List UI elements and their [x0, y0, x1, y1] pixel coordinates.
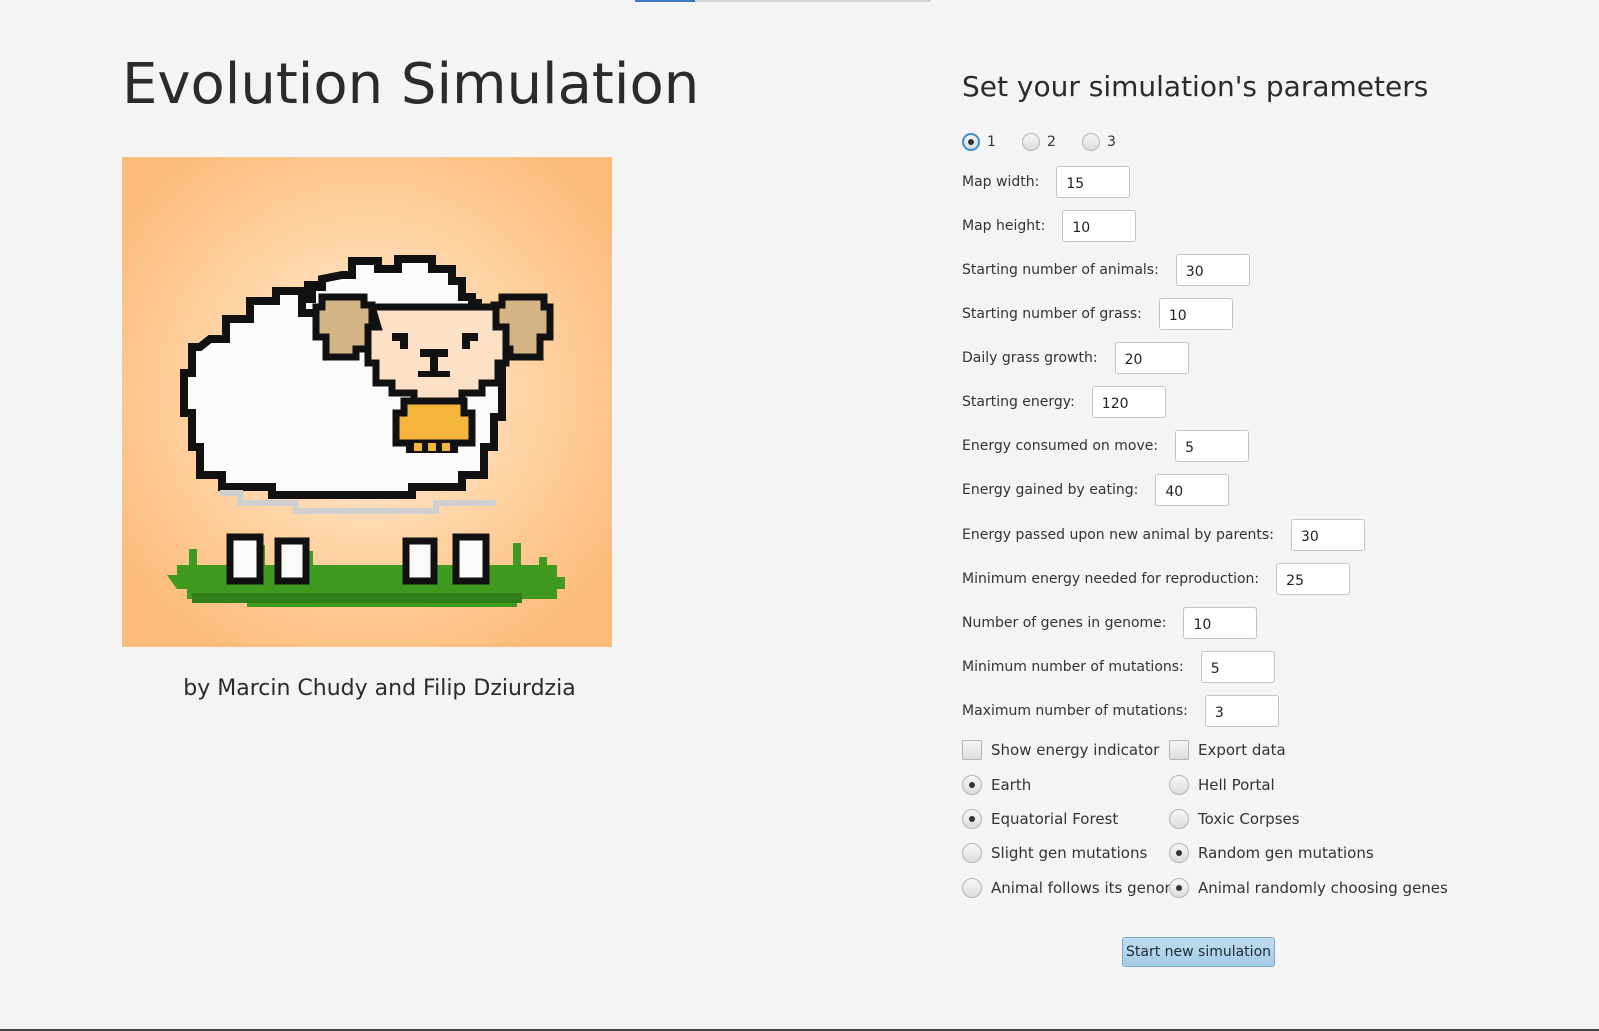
radio-indicator[interactable]: [962, 878, 982, 898]
energy-passed-input[interactable]: [1290, 519, 1365, 551]
start-simulation-button[interactable]: Start new simulation: [1122, 937, 1275, 967]
min-energy-reproduction-input[interactable]: [1276, 563, 1351, 595]
map-earth-radio[interactable]: Earth: [962, 775, 1031, 795]
energy-passed-label: Energy passed upon new animal by parents…: [962, 527, 1274, 543]
energy-move-row: Energy consumed on move:: [962, 430, 1250, 462]
radio-indicator[interactable]: [1169, 878, 1189, 898]
behavior-genome-radio[interactable]: Animal follows its genome: [962, 878, 1188, 898]
energy-eating-label: Energy gained by eating:: [962, 482, 1139, 498]
map-width-input[interactable]: [1056, 166, 1131, 198]
genome-genes-label: Number of genes in genome:: [962, 615, 1167, 631]
daily-grass-input[interactable]: [1114, 342, 1189, 374]
max-mutations-row: Maximum number of mutations:: [962, 695, 1279, 727]
radio-indicator[interactable]: [962, 133, 980, 151]
mutation-slight-radio[interactable]: Slight gen mutations: [962, 843, 1147, 863]
app-title: Evolution Simulation: [122, 52, 700, 117]
energy-eating-input[interactable]: [1155, 474, 1230, 506]
radio-indicator[interactable]: [1082, 133, 1100, 151]
map-width-label: Map width:: [962, 174, 1040, 190]
min-mutations-label: Minimum number of mutations:: [962, 659, 1184, 675]
starting-energy-label: Starting energy:: [962, 394, 1075, 410]
starting-animals-row: Starting number of animals:: [962, 254, 1250, 286]
preset-radio-1[interactable]: 1: [962, 133, 996, 151]
map-height-label: Map height:: [962, 218, 1046, 234]
authors-caption: by Marcin Chudy and Filip Dziurdzia: [183, 676, 576, 701]
genome-genes-row: Number of genes in genome:: [962, 607, 1258, 639]
energy-eating-row: Energy gained by eating:: [962, 474, 1230, 506]
export-data-label: Export data: [1198, 741, 1286, 759]
preset-label: 3: [1107, 134, 1116, 150]
genome-genes-input[interactable]: [1183, 607, 1258, 639]
export-data-checkbox[interactable]: Export data: [1169, 740, 1286, 760]
preset-label: 2: [1047, 134, 1056, 150]
map-hell-portal-label: Hell Portal: [1198, 776, 1275, 794]
energy-move-label: Energy consumed on move:: [962, 438, 1159, 454]
show-energy-checkbox[interactable]: Show energy indicator: [962, 740, 1159, 760]
checkbox-box[interactable]: [962, 740, 982, 760]
radio-indicator[interactable]: [962, 775, 982, 795]
max-mutations-input[interactable]: [1204, 695, 1279, 727]
starting-grass-input[interactable]: [1158, 298, 1233, 330]
map-height-input[interactable]: [1062, 210, 1137, 242]
map-earth-label: Earth: [991, 776, 1032, 794]
daily-grass-label: Daily grass growth:: [962, 350, 1098, 366]
checkbox-box[interactable]: [1169, 740, 1189, 760]
mutation-slight-label: Slight gen mutations: [991, 844, 1148, 862]
max-mutations-label: Maximum number of mutations:: [962, 703, 1188, 719]
behavior-random-radio[interactable]: Animal randomly choosing genes: [1169, 878, 1448, 898]
sheep-illustration: [122, 157, 612, 647]
radio-indicator[interactable]: [1169, 809, 1189, 829]
radio-indicator[interactable]: [1022, 133, 1040, 151]
map-height-row: Map height:: [962, 210, 1137, 242]
starting-animals-label: Starting number of animals:: [962, 262, 1159, 278]
show-energy-label: Show energy indicator: [991, 741, 1160, 759]
starting-energy-row: Starting energy:: [962, 386, 1166, 418]
radio-indicator[interactable]: [962, 843, 982, 863]
preset-radio-3[interactable]: 3: [1082, 133, 1116, 151]
grass-toxic-label: Toxic Corpses: [1198, 810, 1300, 828]
top-tab-strip: [635, 0, 931, 2]
energy-move-input[interactable]: [1175, 430, 1250, 462]
grass-toxic-radio[interactable]: Toxic Corpses: [1169, 809, 1300, 829]
grass-equatorial-radio[interactable]: Equatorial Forest: [962, 809, 1118, 829]
behavior-genome-label: Animal follows its genome: [991, 879, 1189, 897]
map-hell-portal-radio[interactable]: Hell Portal: [1169, 775, 1275, 795]
map-width-row: Map width:: [962, 166, 1131, 198]
daily-grass-row: Daily grass growth:: [962, 342, 1189, 374]
radio-indicator[interactable]: [962, 809, 982, 829]
radio-indicator[interactable]: [1169, 775, 1189, 795]
min-energy-reproduction-label: Minimum energy needed for reproduction:: [962, 571, 1260, 587]
starting-grass-label: Starting number of grass:: [962, 306, 1142, 322]
behavior-random-label: Animal randomly choosing genes: [1198, 879, 1448, 897]
preset-radio-2[interactable]: 2: [1022, 133, 1056, 151]
starting-grass-row: Starting number of grass:: [962, 298, 1233, 330]
mutation-random-radio[interactable]: Random gen mutations: [1169, 843, 1374, 863]
preset-label: 1: [987, 134, 996, 150]
min-energy-reproduction-row: Minimum energy needed for reproduction:: [962, 563, 1351, 595]
radio-indicator[interactable]: [1169, 843, 1189, 863]
energy-passed-row: Energy passed upon new animal by parents…: [962, 519, 1365, 551]
active-tab-indicator: [635, 0, 695, 2]
starting-animals-input[interactable]: [1175, 254, 1250, 286]
min-mutations-input[interactable]: [1200, 651, 1275, 683]
grass-equatorial-label: Equatorial Forest: [991, 810, 1119, 828]
params-heading: Set your simulation's parameters: [962, 70, 1429, 103]
min-mutations-row: Minimum number of mutations:: [962, 651, 1275, 683]
starting-energy-input[interactable]: [1091, 386, 1166, 418]
mutation-random-label: Random gen mutations: [1198, 844, 1374, 862]
